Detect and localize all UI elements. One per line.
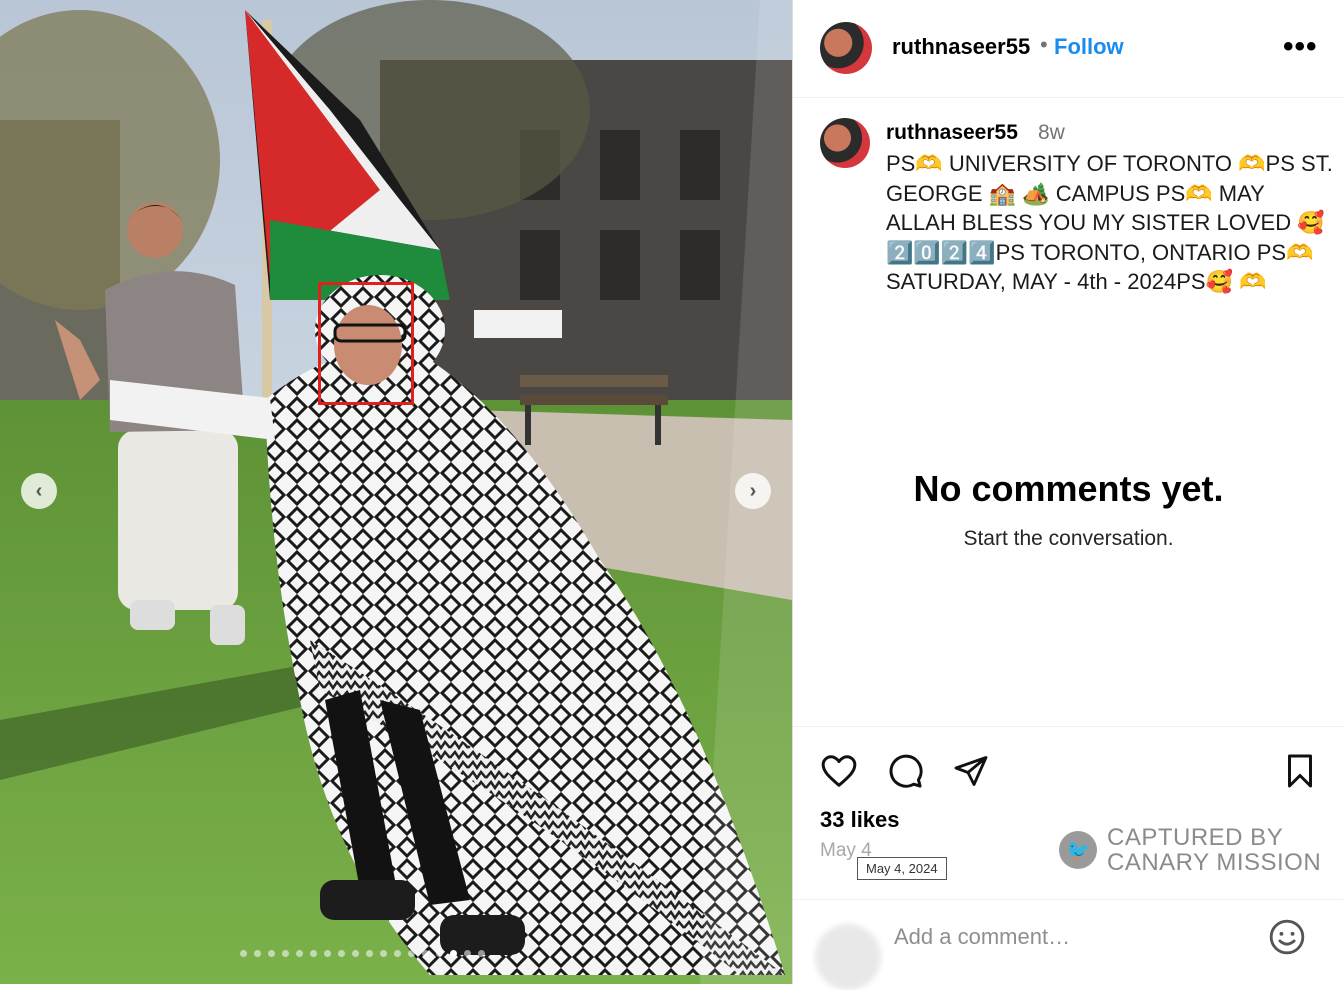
more-options-icon[interactable]: ••• [1283,30,1318,64]
chevron-right-icon[interactable]: › [735,473,771,509]
watermark-line1: CAPTURED BY [1107,824,1284,851]
post-photo: ‹ › [0,0,792,984]
likes-count[interactable]: 33 likes [820,807,900,833]
caption-line: PS🫶 UNIVERSITY OF TORONTO 🫶PS ST. [886,151,1333,176]
separator-dot: • [1040,32,1048,57]
no-comments-title: No comments yet. [913,468,1224,509]
watermark: 🐦 CAPTURED BY CANARY MISSION [1059,825,1321,875]
chevron-left-icon[interactable]: ‹ [21,473,57,509]
user-avatar-blurred [815,924,881,990]
carousel-dot[interactable] [408,950,415,957]
caption-username[interactable]: ruthnaseer55 [886,121,1018,145]
caption-line: 2️⃣0️⃣2️⃣4️⃣PS TORONTO, ONTARIO PS🫶 [886,239,1314,265]
emoji-icon[interactable] [1268,918,1306,956]
carousel-dot[interactable] [478,950,485,957]
share-icon[interactable] [953,753,989,789]
carousel-dots [240,950,485,957]
comment-icon[interactable] [886,752,924,790]
carousel-dot[interactable] [436,950,443,957]
carousel-dot[interactable] [380,950,387,957]
carousel-dot[interactable] [324,950,331,957]
carousel-dot[interactable] [352,950,359,957]
carousel-dot[interactable] [254,950,261,957]
carousel-dot[interactable] [366,950,373,957]
no-comments-subtitle: Start the conversation. [963,527,1174,550]
caption-timestamp[interactable]: 8w [1038,121,1065,145]
watermark-line2: CANARY MISSION [1107,849,1322,876]
caption-text: PS🫶 UNIVERSITY OF TORONTO 🫶PS ST. GEORGE… [886,149,1333,297]
post-side-panel: ruthnaseer55 • Follow ••• ruthnaseer55 8… [792,0,1343,990]
carousel-dot[interactable] [394,950,401,957]
carousel-dot[interactable] [296,950,303,957]
caption-line: GEORGE 🏫 🏕️ CAMPUS PS🫶 MAY [886,180,1265,206]
post-image [0,0,792,984]
caption-line: SATURDAY, MAY - 4th - 2024PS🥰 🫶 [886,269,1267,294]
caption-line: ALLAH BLESS YOU MY SISTER LOVED 🥰 [886,210,1325,235]
carousel-dot[interactable] [282,950,289,957]
carousel-dot[interactable] [338,950,345,957]
carousel-dot[interactable] [310,950,317,957]
caption-avatar[interactable] [820,118,870,168]
carousel-dot[interactable] [240,950,247,957]
date-tooltip: May 4, 2024 [857,857,947,880]
add-comment-input[interactable]: Add a comment… [894,924,1070,950]
canary-logo-icon: 🐦 [1059,831,1097,869]
post-header: ruthnaseer55 • Follow ••• [793,0,1343,98]
carousel-dot[interactable] [268,950,275,957]
highlight-box [318,282,414,405]
username-link[interactable]: ruthnaseer55 [892,34,1030,60]
carousel-dot[interactable] [464,950,471,957]
bookmark-icon[interactable] [1283,753,1317,789]
heart-icon[interactable] [820,753,858,789]
avatar[interactable] [820,22,872,74]
carousel-dot[interactable] [422,950,429,957]
follow-button[interactable]: Follow [1054,34,1124,60]
carousel-dot[interactable] [450,950,457,957]
